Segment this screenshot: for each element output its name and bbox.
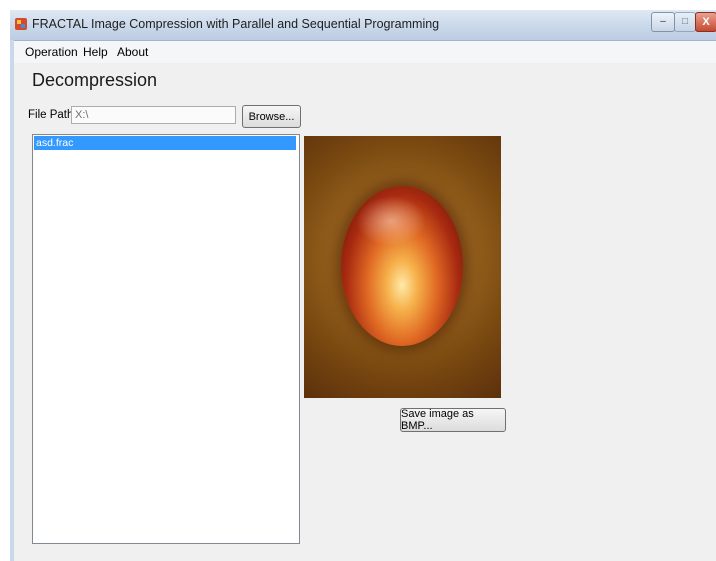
menu-about[interactable]: About (117, 45, 148, 59)
menu-help[interactable]: Help (83, 45, 108, 59)
menu-operation[interactable]: Operation (25, 45, 78, 59)
title-bar[interactable]: FRACTAL Image Compression with Parallel … (10, 10, 716, 41)
menu-bar: Operation Help About (14, 41, 716, 63)
orb-highlight (356, 196, 426, 246)
client-area: Operation Help About Decompression File … (14, 41, 716, 561)
save-bmp-button[interactable]: Save image as BMP... (400, 408, 506, 432)
minimize-button[interactable]: – (651, 12, 675, 32)
file-path-label: File Path (28, 109, 74, 121)
close-icon: X (702, 16, 710, 28)
image-preview (304, 136, 501, 398)
window-title: FRACTAL Image Compression with Parallel … (32, 17, 440, 31)
maximize-icon: □ (681, 16, 689, 27)
section-heading: Decompression (32, 70, 158, 90)
file-list[interactable]: asd.frac (32, 134, 300, 544)
file-path-input[interactable] (71, 106, 236, 124)
list-item-selected[interactable]: asd.frac (34, 136, 296, 150)
app-window: FRACTAL Image Compression with Parallel … (10, 10, 716, 561)
maximize-button[interactable]: □ (674, 12, 696, 32)
close-button[interactable]: X (695, 12, 716, 32)
browse-button[interactable]: Browse... (242, 105, 301, 128)
fractal-app-icon (15, 18, 27, 30)
minimize-icon: – (660, 16, 666, 27)
